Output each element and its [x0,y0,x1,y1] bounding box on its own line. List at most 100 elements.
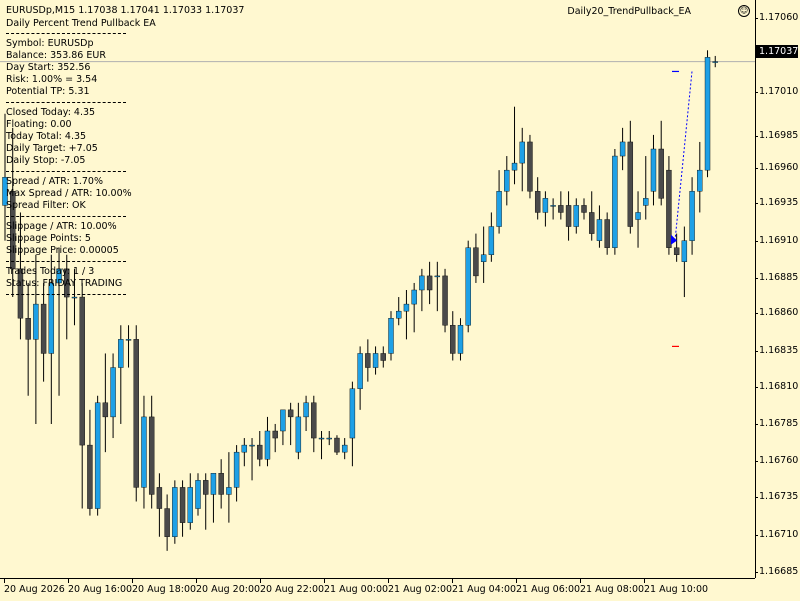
candle [426,261,433,305]
candle [164,494,170,551]
time-tick: 20 Aug 20:00 [196,579,261,595]
candle [619,127,626,171]
current-price-label: 1.17037 [756,45,798,58]
candle-body-bear [589,212,595,234]
candle [596,205,603,248]
candle [118,325,124,424]
price-tick: 1.16810 [754,381,799,392]
ea-label: Daily20_TrendPullback_EA [567,6,691,17]
price-tick: 1.16860 [754,307,799,318]
candle [697,141,703,213]
candle [689,177,695,255]
candle [303,395,309,431]
candle-body-bear [148,416,155,495]
candle [704,50,711,178]
info-line: Trades Today: 1 / 3 [6,266,95,277]
smiley-face-icon[interactable]: ☺ [738,5,750,17]
candle-body-bear [380,353,386,361]
price-tick: 1.16735 [754,491,799,502]
candle-body-bear [658,148,664,199]
chart-area[interactable]: EURUSDp,M15 1.17038 1.17041 1.17033 1.17… [0,0,755,578]
price-axis[interactable]: 1.17060 1.17010 1.16985 1.16960 1.16935 1.169… [754,0,800,578]
candle [450,311,456,361]
candle [133,325,139,502]
candle [534,177,541,220]
candle [434,261,441,312]
candle-body-bear [203,480,209,495]
entry-arrow-icon [671,234,677,245]
candle-body-bull [94,402,101,509]
candle [511,106,518,185]
candle [604,212,610,255]
candle-body-bear [79,296,85,446]
candle-body-bull [241,444,248,453]
candle-body-bull [388,318,394,354]
time-tick: 20 Aug 22:00 [260,579,325,595]
candle-body-bull [249,444,255,447]
candle [627,120,634,234]
info-line: Day Start: 352.56 [6,62,91,73]
candle [226,452,232,523]
candle-body-bear [164,508,170,537]
candle [496,170,502,234]
candle-body-bear [604,219,610,248]
candle [287,402,294,446]
candle [403,290,410,340]
price-tick: 1.16935 [754,197,799,208]
price-tick: 1.16685 [754,566,799,577]
candle [218,459,224,509]
candle-body-bull [403,303,410,312]
price-tick: 1.16910 [754,235,799,246]
candle [102,353,109,453]
candle-body-bear [334,437,340,453]
candle-body-bull [619,141,626,157]
candle [658,120,664,206]
candle [504,156,510,206]
info-line: Floating: 0.00 [6,119,72,130]
time-axis[interactable]: 20 Aug 2026 20 Aug 16:00 20 Aug 18:00 20 Au… [0,578,755,601]
candle-body-bull [264,430,271,460]
candle [249,438,255,481]
candle-body-bull [643,198,649,206]
info-line: Today Total: 4.35 [6,131,87,142]
candle-body-bull [712,61,718,63]
info-separator [6,102,126,103]
candle-body-bull [681,240,688,262]
candle-body-bear [272,430,278,439]
candle-body-bull [704,57,711,171]
candle [179,480,186,537]
info-separator [6,216,126,217]
candle [581,198,587,220]
candle [442,268,448,333]
info-line: Balance: 353.86 EUR [6,50,106,61]
candle-body-bear [673,247,680,255]
candle [519,127,525,192]
candle-body-bear [565,205,572,227]
price-tick: 1.16985 [754,130,799,141]
info-line: Symbol: EURUSDp [6,38,94,49]
info-line: Closed Today: 4.35 [6,107,96,118]
candle-body-bear [257,444,263,460]
candle-body-bear [40,303,47,354]
candle [635,191,641,248]
time-tick: 20 Aug 2026 [4,579,65,595]
candle [87,409,93,516]
candle-body-bull [125,339,132,341]
candle [573,198,579,234]
candle-body-bull [110,367,116,418]
candle [612,149,618,255]
candle-body-bull [233,451,240,488]
candle [457,318,464,361]
candle-body-bull [141,416,147,488]
candle-body-bull [550,205,556,207]
candle-body-bear [218,473,224,495]
candle [681,226,688,298]
candle-body-bull [488,226,495,255]
candle-body-bear [25,318,31,340]
candle [79,282,85,509]
candle-body-bear [87,444,93,509]
candle [550,198,556,220]
candle [148,395,155,509]
candle-body-bull [411,289,417,305]
candle-body-bull [650,148,657,192]
